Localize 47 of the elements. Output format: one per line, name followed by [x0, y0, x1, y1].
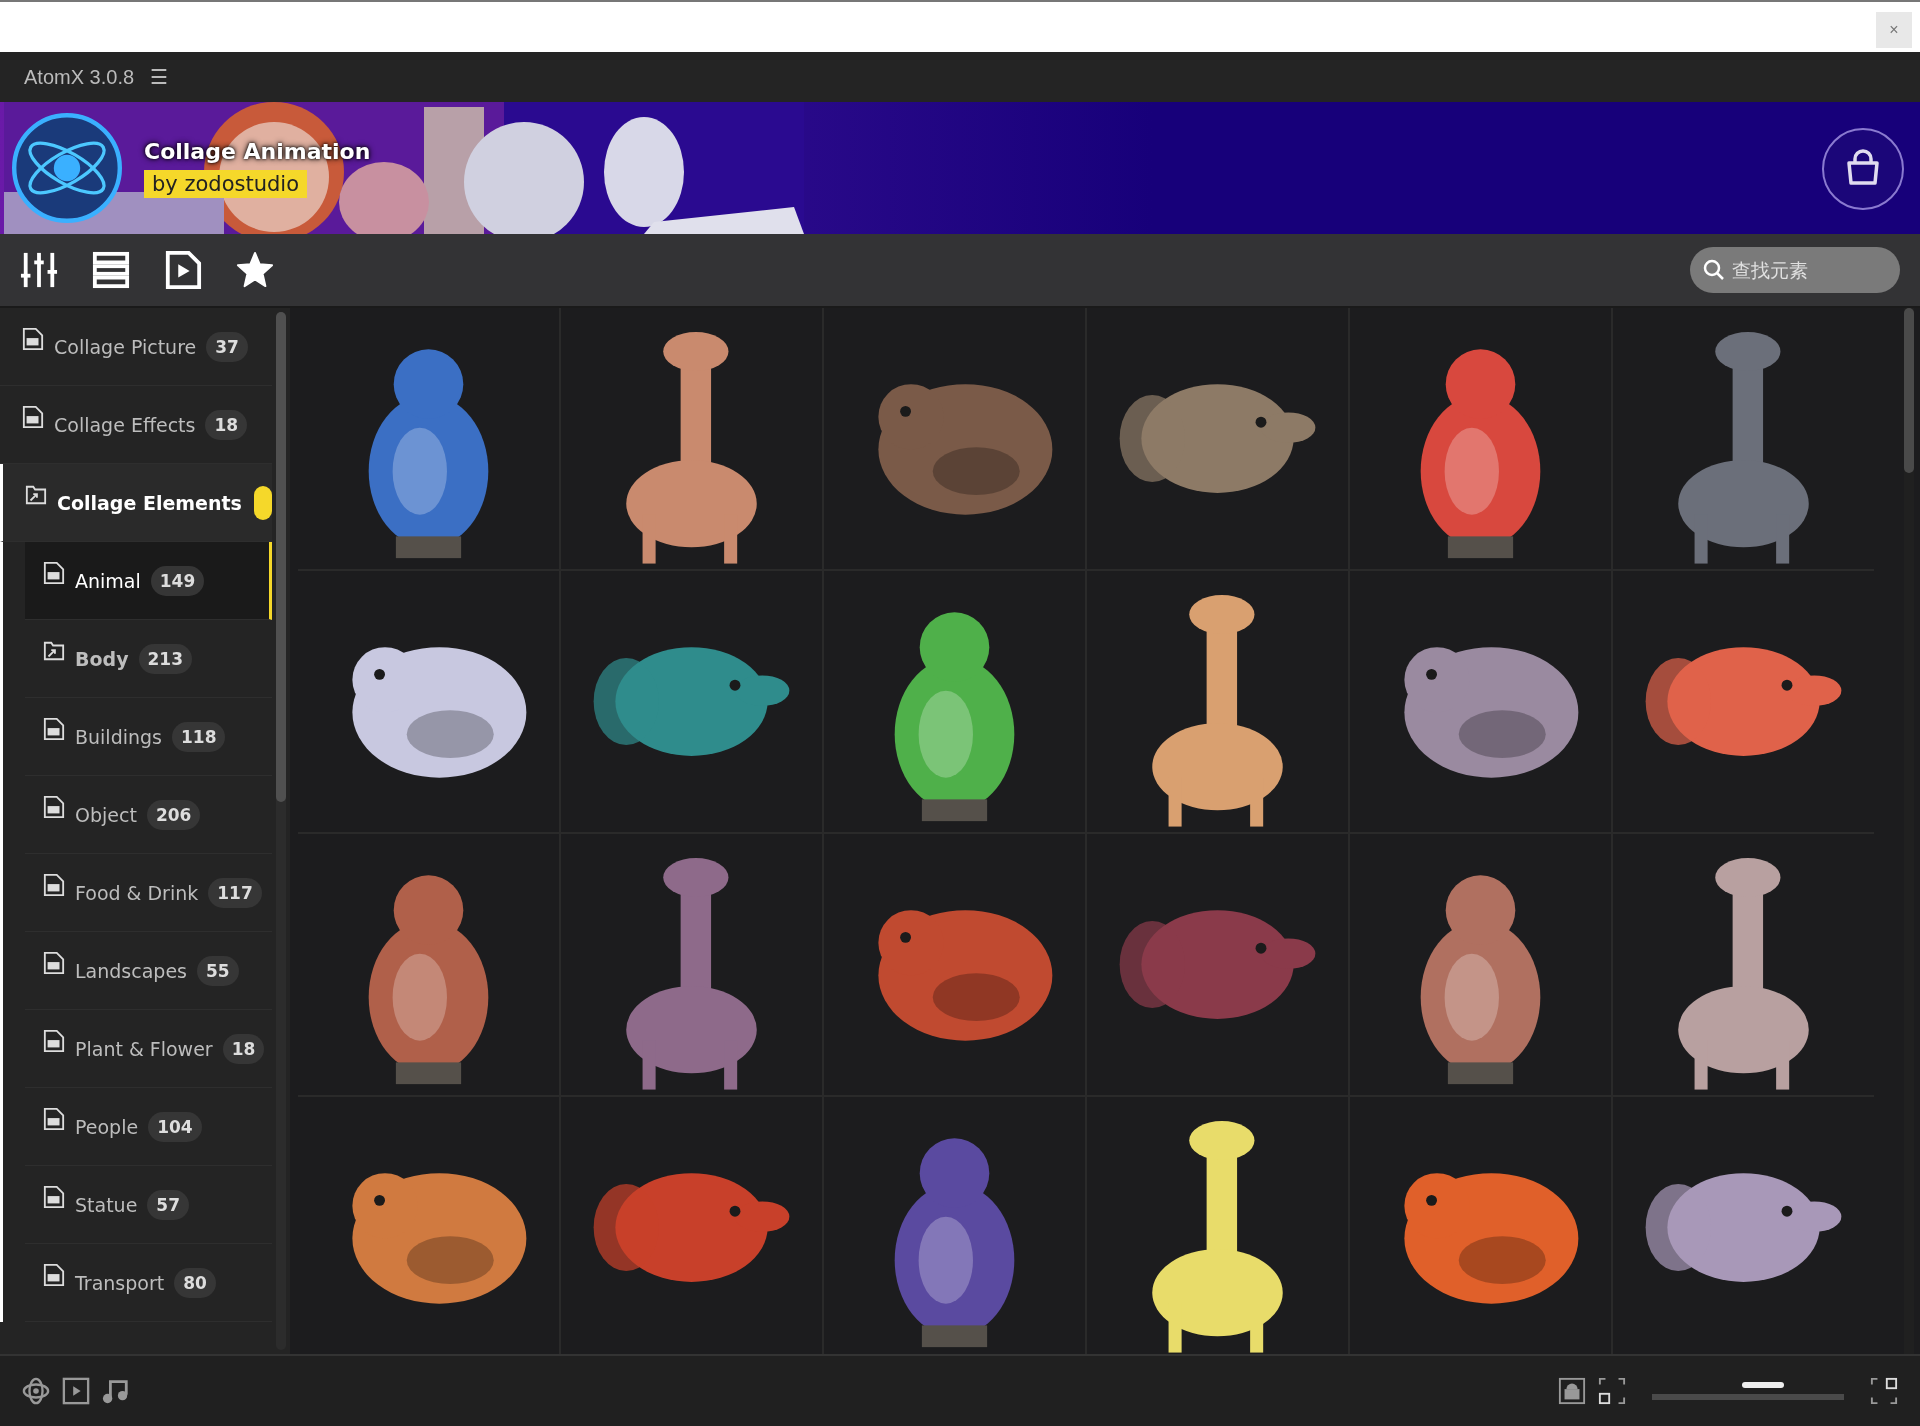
music-icon[interactable]: [102, 1377, 130, 1405]
subcategory-item[interactable]: Animal 149: [25, 542, 272, 620]
template-file-icon: [43, 561, 65, 584]
close-button[interactable]: ×: [1876, 12, 1912, 48]
template-file-icon: [43, 1107, 65, 1130]
template-file-icon: [43, 1185, 65, 1208]
count-badge: 18: [205, 409, 248, 440]
template-file-icon: [22, 405, 44, 428]
count-badge: 80: [174, 1267, 216, 1298]
count-badge: 213: [138, 643, 193, 674]
expand-icon[interactable]: [1870, 1377, 1898, 1405]
shrink-icon[interactable]: [1598, 1377, 1626, 1405]
count-badge: 118: [172, 721, 226, 752]
category-item[interactable]: Collage Elements: [0, 464, 272, 542]
logo-icon: [12, 113, 122, 223]
count-badge: 149: [150, 565, 205, 596]
slider-thumb[interactable]: [1742, 1382, 1785, 1388]
template-file-icon: [43, 1263, 65, 1286]
template-file-icon: [43, 1029, 65, 1052]
folder-shortcut-icon: [25, 483, 47, 506]
count-badge: 18: [222, 1033, 265, 1064]
video-file-icon[interactable]: [164, 251, 202, 289]
count-badge: 57: [147, 1189, 189, 1220]
search-icon: [1702, 258, 1726, 282]
template-file-icon: [43, 951, 65, 974]
sliders-icon[interactable]: [20, 251, 58, 289]
template-file-icon: [43, 795, 65, 818]
search-field[interactable]: 查找元素: [1690, 247, 1900, 293]
menu-button[interactable]: ☰: [150, 65, 169, 89]
count-badge: 37: [206, 331, 248, 362]
star-icon[interactable]: [236, 251, 274, 289]
gizmo-icon[interactable]: [22, 1377, 50, 1405]
count-badge: 206: [146, 799, 201, 830]
app-title: AtomX 3.0.8: [24, 65, 135, 89]
scrollbar[interactable]: [276, 312, 286, 1350]
list-icon[interactable]: [92, 251, 130, 289]
count-badge: 55: [196, 955, 239, 986]
count-badge: 117: [208, 877, 262, 908]
author-tag: by zodostudio: [144, 169, 307, 198]
lock-icon[interactable]: [1558, 1377, 1586, 1405]
template-file-icon: [22, 327, 44, 350]
play-icon[interactable]: [62, 1377, 90, 1405]
count-badge: 104: [148, 1111, 202, 1142]
scrollbar[interactable]: [1904, 308, 1914, 1354]
folder-shortcut-icon: [43, 639, 65, 662]
template-file-icon: [43, 873, 65, 896]
template-file-icon: [43, 717, 65, 740]
